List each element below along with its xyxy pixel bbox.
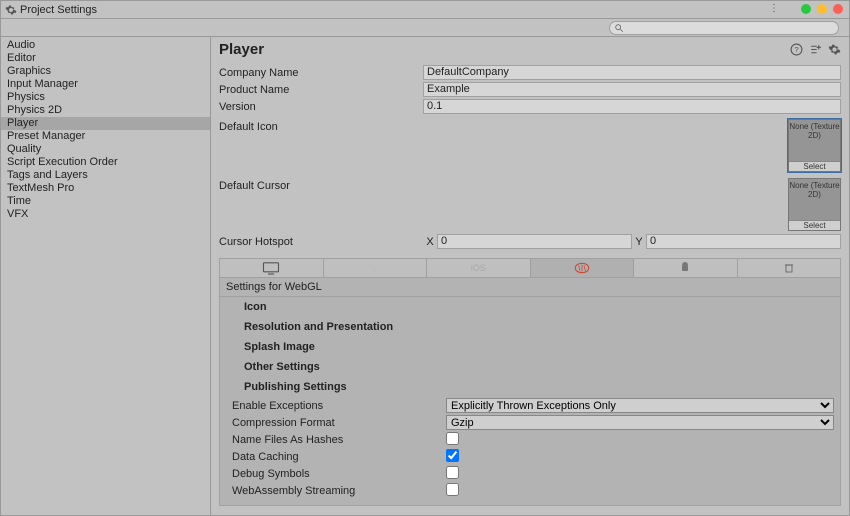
minimize-button[interactable]: [801, 4, 811, 14]
version-input[interactable]: 0.1: [423, 99, 841, 114]
publishing-fields: Enable Exceptions Explicitly Thrown Exce…: [220, 397, 840, 505]
texture-none-label: None (Texture 2D): [789, 179, 840, 199]
product-name-input[interactable]: Example: [423, 82, 841, 97]
default-cursor-thumbnail[interactable]: None (Texture 2D) Select: [788, 178, 841, 231]
svg-text:?: ?: [794, 45, 798, 54]
sidebar-item-editor[interactable]: Editor: [1, 52, 210, 65]
sidebar-item-quality[interactable]: Quality: [1, 143, 210, 156]
data-caching-label: Data Caching: [226, 451, 446, 463]
sidebar: Audio Editor Graphics Input Manager Phys…: [1, 37, 211, 515]
titlebar: Project Settings ⋮: [1, 1, 849, 19]
search-icon: [614, 23, 624, 33]
tab-android[interactable]: [634, 259, 738, 277]
sidebar-item-script-execution-order[interactable]: Script Execution Order: [1, 156, 210, 169]
select-cursor-button[interactable]: Select: [789, 220, 840, 230]
monitor-icon: [262, 261, 280, 275]
window-controls: [801, 4, 843, 14]
settings-gear-icon[interactable]: [828, 43, 841, 56]
enable-exceptions-label: Enable Exceptions: [226, 400, 446, 412]
foldout-splash[interactable]: Splash Image: [220, 337, 840, 357]
data-caching-checkbox[interactable]: [446, 449, 459, 462]
sidebar-item-audio[interactable]: Audio: [1, 39, 210, 52]
foldout-publishing[interactable]: Publishing Settings: [220, 377, 840, 397]
sidebar-item-textmesh-pro[interactable]: TextMesh Pro: [1, 182, 210, 195]
gear-icon: [5, 4, 17, 16]
main-panel: Player ? Company Name DefaultCompany Pro…: [211, 37, 849, 515]
default-icon-thumbnail[interactable]: None (Texture 2D) Select: [788, 119, 841, 172]
wasm-streaming-checkbox[interactable]: [446, 483, 459, 496]
debug-symbols-checkbox[interactable]: [446, 466, 459, 479]
wasm-streaming-label: WebAssembly Streaming: [226, 485, 446, 497]
kebab-menu-icon[interactable]: ⋮: [769, 3, 779, 14]
tab-standalone[interactable]: [220, 259, 324, 277]
sidebar-item-graphics[interactable]: Graphics: [1, 65, 210, 78]
cursor-y-input[interactable]: 0: [646, 234, 841, 249]
product-name-label: Product Name: [219, 84, 423, 96]
presets-icon[interactable]: [809, 43, 822, 56]
version-label: Version: [219, 101, 423, 113]
maximize-button[interactable]: [817, 4, 827, 14]
platform-section-header: Settings for WebGL: [220, 278, 840, 297]
cursor-x-input[interactable]: 0: [437, 234, 632, 249]
name-files-as-hashes-label: Name Files As Hashes: [226, 434, 446, 446]
ios-icon: iOS: [471, 263, 486, 273]
platform-section: Settings for WebGL Icon Resolution and P…: [219, 278, 841, 506]
compression-format-label: Compression Format: [226, 417, 446, 429]
tab-webgl[interactable]: [531, 259, 635, 277]
foldout-other[interactable]: Other Settings: [220, 357, 840, 377]
tab-tvos[interactable]: tv: [324, 259, 428, 277]
android-icon: [679, 261, 691, 275]
tab-ios[interactable]: iOS: [427, 259, 531, 277]
tab-lumin[interactable]: [738, 259, 841, 277]
company-name-input[interactable]: DefaultCompany: [423, 65, 841, 80]
sidebar-item-input-manager[interactable]: Input Manager: [1, 78, 210, 91]
sidebar-item-player[interactable]: Player: [1, 117, 210, 130]
foldout-resolution[interactable]: Resolution and Presentation: [220, 317, 840, 337]
cursor-x-label: X: [423, 236, 437, 248]
sidebar-item-vfx[interactable]: VFX: [1, 208, 210, 221]
name-files-as-hashes-checkbox[interactable]: [446, 432, 459, 445]
close-button[interactable]: [833, 4, 843, 14]
search-input[interactable]: [609, 21, 839, 35]
cursor-hotspot-label: Cursor Hotspot: [219, 236, 423, 248]
trash-icon: [783, 261, 795, 275]
tvos-icon: tv: [372, 264, 378, 273]
sidebar-item-physics[interactable]: Physics: [1, 91, 210, 104]
select-icon-button[interactable]: Select: [789, 161, 840, 171]
default-icon-label[interactable]: Default Icon: [219, 119, 423, 174]
cursor-y-label: Y: [632, 236, 646, 248]
webgl-icon: [574, 261, 590, 275]
sidebar-item-time[interactable]: Time: [1, 195, 210, 208]
company-name-label: Company Name: [219, 67, 423, 79]
compression-format-select[interactable]: Gzip: [446, 415, 834, 430]
platform-tabs: tv iOS: [219, 258, 841, 278]
enable-exceptions-select[interactable]: Explicitly Thrown Exceptions Only: [446, 398, 834, 413]
window-title: Project Settings: [20, 4, 97, 16]
page-title: Player: [219, 41, 790, 58]
sidebar-item-preset-manager[interactable]: Preset Manager: [1, 130, 210, 143]
foldout-icon[interactable]: Icon: [220, 297, 840, 317]
help-icon[interactable]: ?: [790, 43, 803, 56]
default-cursor-label: Default Cursor: [219, 178, 423, 233]
sidebar-item-tags-and-layers[interactable]: Tags and Layers: [1, 169, 210, 182]
sidebar-item-physics-2d[interactable]: Physics 2D: [1, 104, 210, 117]
search-row: [1, 19, 849, 37]
debug-symbols-label: Debug Symbols: [226, 468, 446, 480]
texture-none-label: None (Texture 2D): [789, 120, 840, 140]
